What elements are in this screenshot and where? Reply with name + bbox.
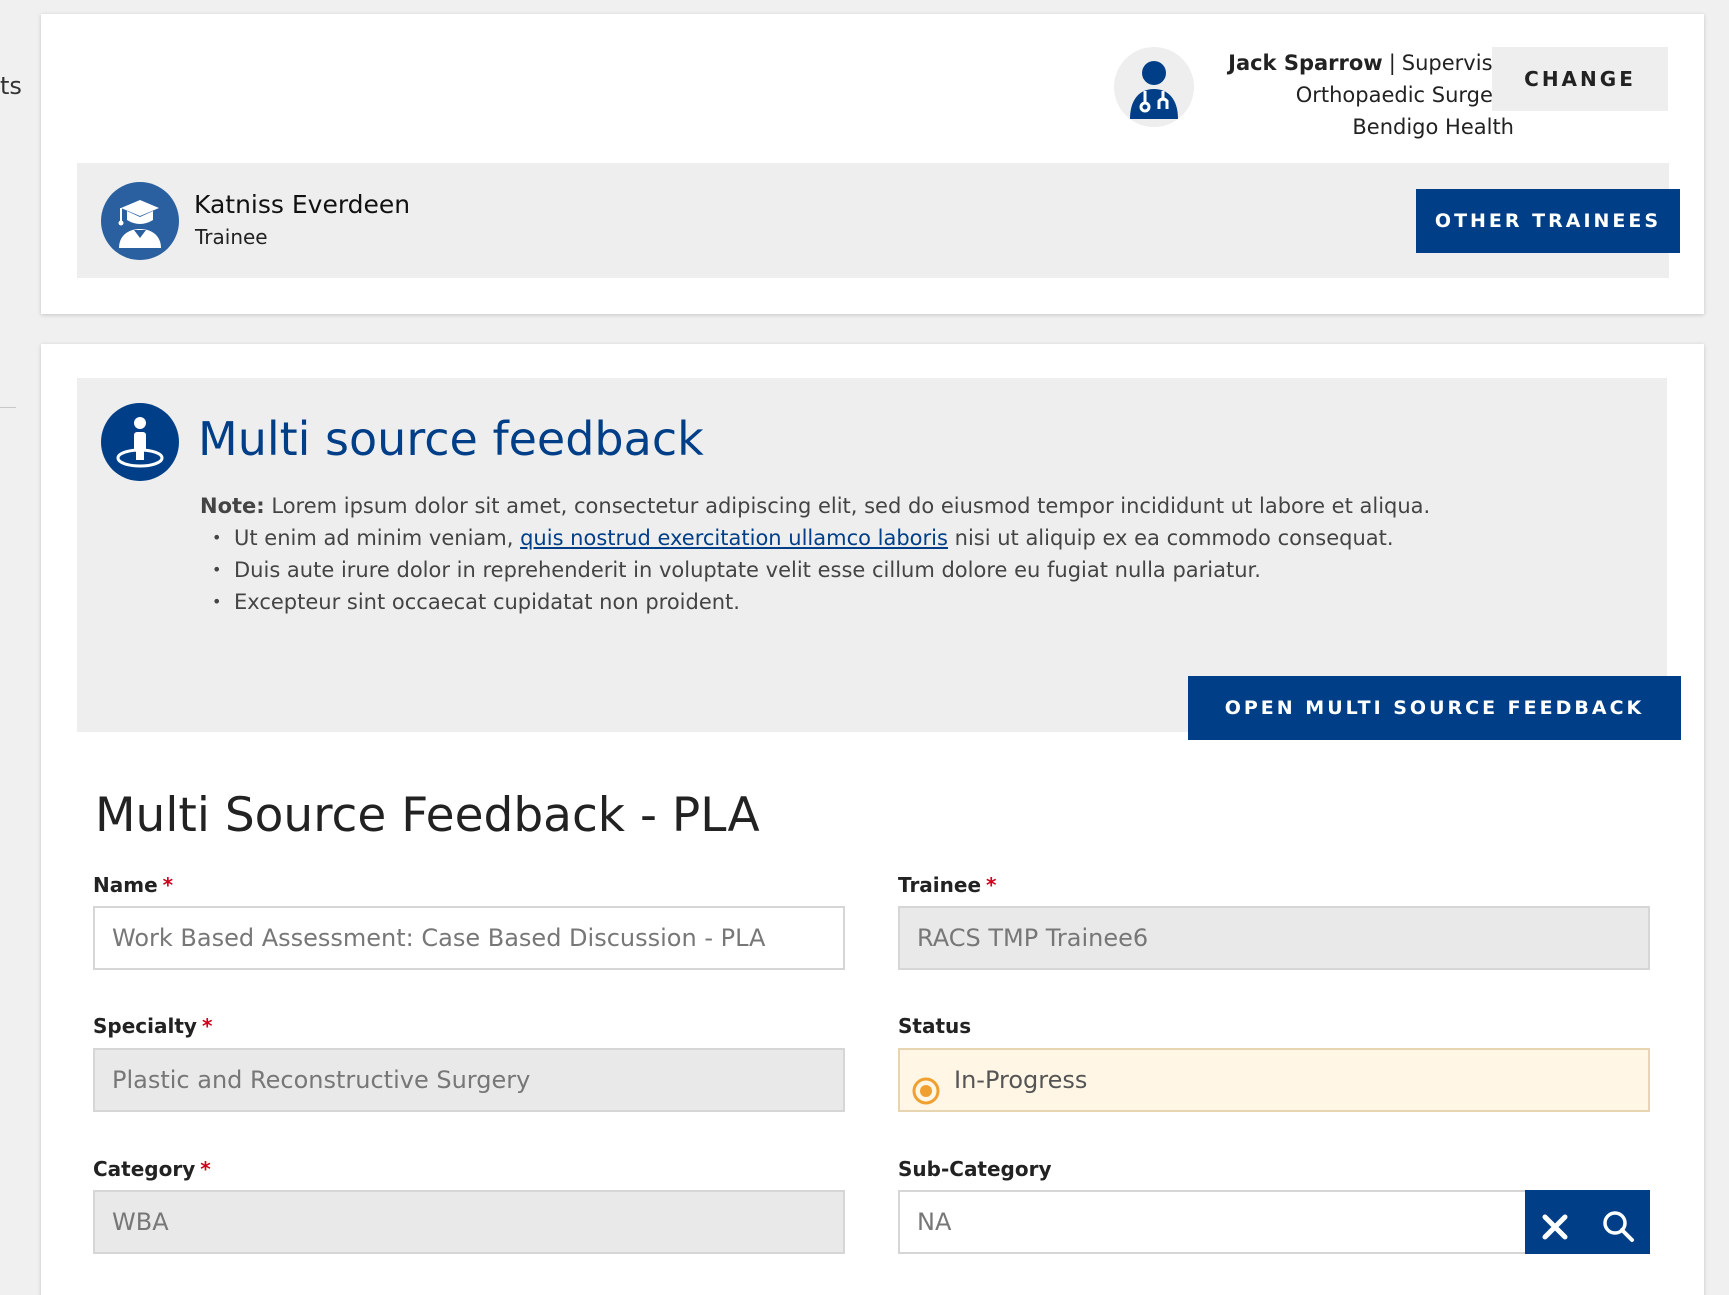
label-text: Trainee	[898, 873, 982, 897]
info-title: Multi source feedback	[198, 412, 704, 466]
in-progress-icon	[912, 1067, 940, 1105]
category-field: WBA	[93, 1190, 845, 1254]
note-bullet: Excepteur sint occaecat cupidatat non pr…	[212, 586, 1640, 618]
user-header-card: Jack Sparrow | Supervisor Orthopaedic Surg…	[41, 14, 1704, 314]
required-marker: *	[986, 873, 997, 897]
other-trainees-button[interactable]: OTHER TRAINEES	[1416, 189, 1680, 253]
supervisor-hospital: Bendigo Health	[1352, 115, 1514, 139]
category-label: Category *	[93, 1157, 211, 1181]
doctor-stethoscope-icon	[1114, 47, 1194, 127]
note-label: Note:	[200, 494, 265, 518]
trainee-name: Katniss Everdeen	[194, 190, 411, 219]
supervisor-specialty: Orthopaedic Surgery	[1295, 83, 1514, 107]
info-panel: Multi source feedback Note: Lorem ipsum …	[77, 378, 1681, 740]
required-marker: *	[201, 1014, 213, 1038]
status-label: Status	[898, 1014, 972, 1038]
main-card: Multi source feedback Note: Lorem ipsum …	[41, 344, 1704, 1295]
person-on-platform-icon	[101, 403, 179, 481]
name-input[interactable]: Work Based Assessment: Case Based Discus…	[93, 906, 845, 970]
note-bullets: Ut enim ad minim veniam, quis nostrud ex…	[212, 522, 1640, 618]
change-button[interactable]: CHANGE	[1492, 47, 1668, 111]
label-text: Specialty	[93, 1014, 197, 1038]
open-msf-button[interactable]: OPEN MULTI SOURCE FEEDBACK	[1188, 676, 1681, 740]
specialty-field: Plastic and Reconstructive Surgery	[93, 1048, 845, 1112]
note-bullet: Ut enim ad minim veniam, quis nostrud ex…	[212, 522, 1640, 554]
specialty-label: Specialty *	[93, 1014, 212, 1038]
supervisor-separator: |	[1388, 51, 1396, 75]
note-bullet: Duis aute irure dolor in reprehenderit i…	[212, 554, 1640, 586]
label-text: Name	[93, 873, 158, 897]
name-label: Name *	[93, 873, 173, 897]
status-value: In-Progress	[954, 1066, 1088, 1094]
note-text: Lorem ipsum dolor sit amet, consectetur …	[264, 494, 1431, 518]
label-text: Category	[93, 1157, 196, 1181]
graduate-icon	[101, 182, 179, 260]
trainee-field: RACS TMP Trainee6	[898, 906, 1650, 970]
supervisor-name: Jack Sparrow	[1228, 51, 1383, 75]
note-link[interactable]: quis nostrud exercitation ullamco labori…	[520, 526, 948, 550]
subcategory-value: NA	[917, 1208, 952, 1236]
supervisor-info: Jack Sparrow | Supervisor Orthopaedic Surg…	[1206, 47, 1514, 143]
subcategory-label: Sub-Category	[898, 1157, 1052, 1181]
subcategory-input[interactable]: NA	[898, 1190, 1650, 1254]
trainee-label: Trainee *	[898, 873, 997, 897]
subcategory-actions	[1525, 1190, 1650, 1254]
trainee-strip: Katniss Everdeen Trainee OTHER TRAINEES	[77, 163, 1680, 278]
clear-icon[interactable]	[1539, 1205, 1571, 1240]
required-marker: *	[162, 873, 174, 897]
trainee-role: Trainee	[195, 225, 268, 249]
edge-divider	[0, 407, 16, 408]
status-field: In-Progress	[898, 1048, 1650, 1112]
info-note: Note: Lorem ipsum dolor sit amet, consec…	[200, 490, 1640, 618]
edge-partial-text: ts	[0, 72, 22, 100]
bullet-text: nisi ut aliquip ex ea commodo consequat.	[947, 526, 1394, 550]
form-title: Multi Source Feedback - PLA	[95, 788, 760, 843]
bullet-text: Ut enim ad minim veniam,	[234, 526, 521, 550]
search-icon[interactable]	[1601, 1205, 1634, 1242]
required-marker: *	[200, 1157, 211, 1181]
